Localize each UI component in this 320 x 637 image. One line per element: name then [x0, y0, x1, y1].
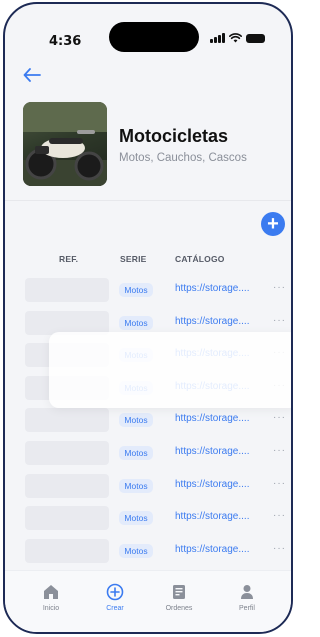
nav-crear[interactable]: Crear	[85, 583, 145, 612]
ref-cell	[25, 408, 109, 433]
table-row[interactable]: Motos https://storage.... ···	[5, 441, 291, 465]
orders-icon	[173, 585, 185, 599]
dynamic-island	[109, 22, 199, 52]
catalog-link[interactable]: https://storage....	[175, 479, 249, 490]
nav-inicio[interactable]: Inicio	[21, 583, 81, 612]
table-row[interactable]: Motos https://storage.... ···	[5, 310, 291, 335]
category-header: Motocicletas Motos, Cauchos, Cascos	[5, 102, 291, 198]
ref-cell	[25, 473, 109, 498]
catalog-link[interactable]: https://storage....	[175, 511, 249, 522]
nav-perfil[interactable]: Perfil	[217, 583, 277, 612]
ref-cell	[25, 441, 109, 465]
arrow-left-icon[interactable]	[23, 68, 41, 82]
column-ref: REF.	[59, 254, 79, 264]
ref-cell	[25, 310, 109, 335]
nav-label-ordenes: Ordenes	[165, 605, 193, 612]
catalog-link[interactable]: https://storage....	[175, 316, 249, 327]
status-icons	[210, 33, 265, 43]
table-header: REF. SERIE CATÁLOGO	[5, 254, 291, 268]
ref-cell	[25, 278, 109, 302]
catalog-link[interactable]: https://storage....	[175, 283, 249, 294]
table-row[interactable]: Motos https://storage.... ···	[5, 506, 291, 531]
ref-cell	[25, 538, 109, 563]
more-options-icon[interactable]: ···	[273, 315, 286, 326]
more-options-icon[interactable]: ···	[273, 445, 286, 456]
serie-badge: Motos	[119, 315, 153, 330]
status-bar: 4:36	[5, 4, 291, 52]
user-icon	[241, 585, 253, 599]
battery-icon	[246, 33, 265, 43]
table-row[interactable]: Motos https://storage.... ···	[5, 278, 291, 302]
more-options-icon[interactable]: ···	[273, 282, 286, 293]
wifi-icon	[229, 33, 242, 43]
nav-label-crear: Crear	[106, 605, 124, 612]
status-time: 4:36	[49, 34, 82, 49]
bottom-nav: Inicio Crear Ordenes Perfil	[5, 570, 291, 632]
header-divider	[5, 200, 291, 201]
catalog-link[interactable]: https://storage....	[175, 413, 249, 424]
table-row[interactable]: Motos https://storage.... ···	[5, 473, 291, 498]
serie-badge: Motos	[119, 413, 153, 428]
column-serie: SERIE	[120, 254, 147, 264]
serie-badge: Motos	[119, 543, 153, 558]
table-row[interactable]: Motos https://storage.... ···	[5, 538, 291, 563]
category-subtitle: Motos, Cauchos, Cascos	[119, 152, 247, 164]
home-icon	[44, 585, 58, 599]
nav-label-perfil: Perfil	[239, 605, 255, 612]
more-options-icon[interactable]: ···	[273, 510, 286, 521]
category-title: Motocicletas	[119, 126, 229, 146]
more-options-icon[interactable]: ···	[273, 543, 286, 554]
ref-cell	[25, 506, 109, 531]
serie-badge: Motos	[119, 283, 153, 297]
more-options-icon[interactable]: ···	[273, 412, 286, 423]
add-button[interactable]: +	[261, 212, 285, 236]
phone-frame: 4:36 Motocicletas Motos, Cauchos, Cascos…	[3, 2, 293, 634]
more-options-icon[interactable]: ···	[273, 478, 286, 489]
signal-icon	[210, 33, 225, 43]
serie-badge: Motos	[119, 446, 153, 460]
category-image	[23, 102, 107, 186]
serie-badge: Motos	[119, 478, 153, 493]
catalog-link[interactable]: https://storage....	[175, 544, 249, 555]
column-catalogo: CATÁLOGO	[175, 254, 225, 264]
overlay-card	[49, 332, 291, 408]
nav-label-inicio: Inicio	[42, 605, 60, 612]
table-row[interactable]: Motos https://storage.... ···	[5, 408, 291, 433]
serie-badge: Motos	[119, 511, 153, 526]
nav-ordenes[interactable]: Ordenes	[149, 583, 209, 612]
plus-circle-icon	[106, 583, 124, 601]
catalog-link[interactable]: https://storage....	[175, 446, 249, 457]
